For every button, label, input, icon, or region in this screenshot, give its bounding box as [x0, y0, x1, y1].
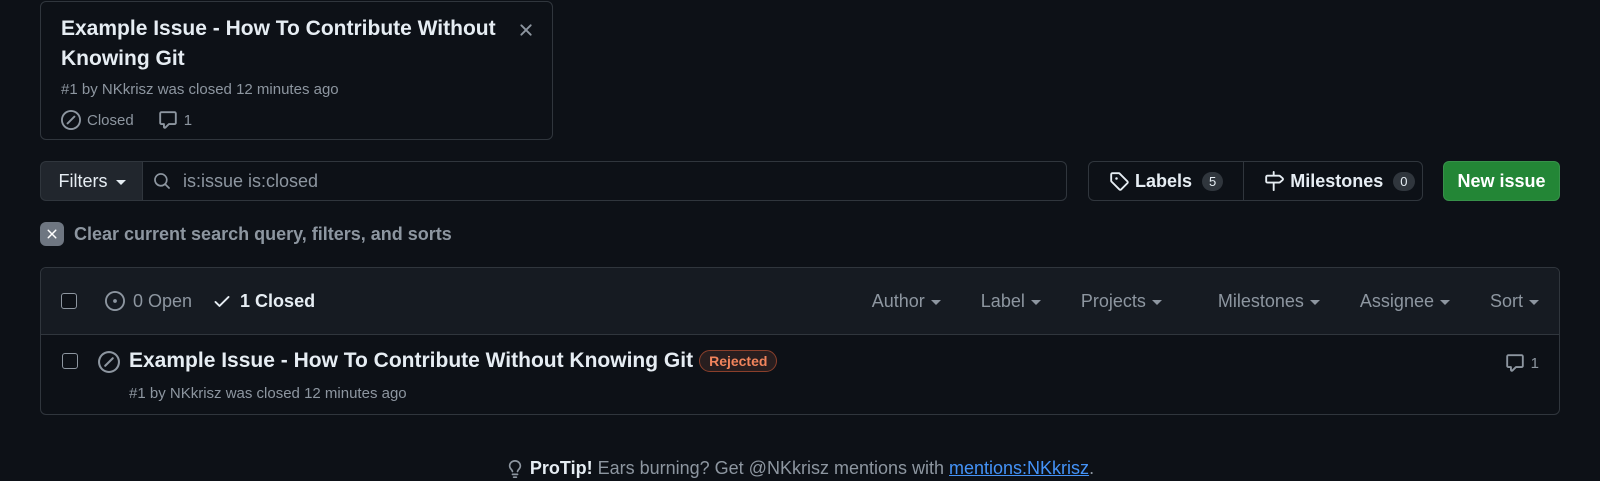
open-issues-tab[interactable]: 0 Open	[105, 291, 192, 312]
assignee-filter-label: Assignee	[1359, 291, 1434, 311]
labels-milestones-group: Labels 5 Milestones 0	[1088, 161, 1423, 201]
hovercard-state-label: Closed	[87, 111, 134, 129]
author-filter-label: Author	[871, 291, 925, 311]
check-icon	[212, 291, 232, 311]
labels-label: Labels	[1135, 170, 1193, 191]
closed-issues-tab[interactable]: 1 Closed	[212, 291, 315, 312]
hovercard-state: Closed	[61, 110, 134, 130]
chevron-down-icon	[1030, 300, 1041, 305]
label-filter[interactable]: Label	[981, 291, 1041, 312]
projects-filter[interactable]: Projects	[1081, 291, 1162, 312]
assignee-filter[interactable]: Assignee	[1360, 291, 1450, 312]
protip-text: Ears burning? Get @NKkrisz mentions with	[597, 458, 944, 478]
hovercard-title[interactable]: Example Issue - How To Contribute Withou…	[61, 14, 501, 74]
milestone-icon	[1264, 171, 1285, 191]
issue-opened-icon	[105, 291, 125, 311]
milestones-filter-label: Milestones	[1217, 291, 1304, 311]
light-bulb-icon	[506, 459, 524, 478]
search-field[interactable]	[142, 161, 1067, 201]
labels-button[interactable]: Labels 5	[1089, 162, 1243, 200]
hovercard-comments: 1	[158, 110, 192, 130]
closed-not-planned-icon	[98, 351, 120, 373]
hovercard-meta: #1 by NKkrisz was closed 12 minutes ago	[61, 81, 339, 98]
milestones-button[interactable]: Milestones 0	[1243, 162, 1434, 200]
comment-icon	[1505, 353, 1525, 373]
issue-meta: #1 by NKkrisz was closed 12 minutes ago	[129, 385, 407, 402]
milestones-filter[interactable]: Milestones	[1218, 291, 1320, 312]
issue-comments-link[interactable]: 1	[1505, 353, 1539, 373]
milestones-count: 0	[1393, 171, 1415, 191]
list-filters: Author Label Projects Milestones Assigne…	[832, 268, 1539, 335]
projects-filter-label: Projects	[1080, 291, 1146, 311]
chevron-down-icon	[115, 179, 126, 185]
chevron-down-icon	[930, 300, 941, 305]
chevron-down-icon	[1151, 300, 1162, 305]
comment-icon	[158, 110, 178, 130]
hovercard-comment-count: 1	[183, 111, 193, 129]
tag-icon	[1109, 171, 1129, 191]
clear-query-link[interactable]: Clear current search query, filters, and…	[40, 222, 452, 246]
issue-comment-count: 1	[1530, 354, 1539, 372]
issue-title-link[interactable]: Example Issue - How To Contribute Withou…	[129, 349, 693, 373]
closed-issues-label: 1 Closed	[240, 290, 316, 311]
label-filter-label: Label	[980, 291, 1025, 311]
chevron-down-icon	[1309, 300, 1320, 305]
mentions-link[interactable]: mentions:NKkrisz	[949, 458, 1089, 478]
chevron-down-icon	[1529, 300, 1539, 305]
new-issue-button[interactable]: New issue	[1443, 161, 1560, 201]
labels-count: 5	[1202, 171, 1224, 191]
author-filter[interactable]: Author	[872, 291, 941, 312]
closed-not-planned-icon	[61, 110, 81, 130]
chevron-down-icon	[1439, 300, 1450, 305]
sort-filter-label: Sort	[1489, 291, 1523, 311]
issue-hovercard: Example Issue - How To Contribute Withou…	[40, 1, 553, 140]
filters-label: Filters	[58, 170, 108, 191]
clear-query-label: Clear current search query, filters, and…	[74, 223, 452, 244]
protip-strong: ProTip!	[529, 458, 593, 478]
sort-filter[interactable]: Sort	[1490, 291, 1539, 312]
search-icon	[153, 172, 171, 190]
open-issues-label: 0 Open	[133, 290, 193, 311]
issue-row: Example Issue - How To Contribute Withou…	[41, 335, 1559, 414]
select-all-checkbox[interactable]	[61, 293, 77, 309]
protip: ProTip! Ears burning? Get @NKkrisz menti…	[0, 458, 1600, 479]
filters-button[interactable]: Filters	[40, 161, 143, 201]
issue-checkbox[interactable]	[62, 353, 78, 369]
milestones-label: Milestones	[1290, 170, 1384, 191]
issue-label-badge[interactable]: Rejected	[699, 350, 778, 372]
close-icon[interactable]	[516, 20, 536, 40]
search-input[interactable]	[183, 170, 1043, 192]
issues-list-header: 0 Open 1 Closed Author Label Projects Mi…	[41, 268, 1559, 335]
issues-list: 0 Open 1 Closed Author Label Projects Mi…	[40, 267, 1560, 415]
x-icon	[40, 222, 64, 246]
protip-end: .	[1089, 458, 1095, 478]
